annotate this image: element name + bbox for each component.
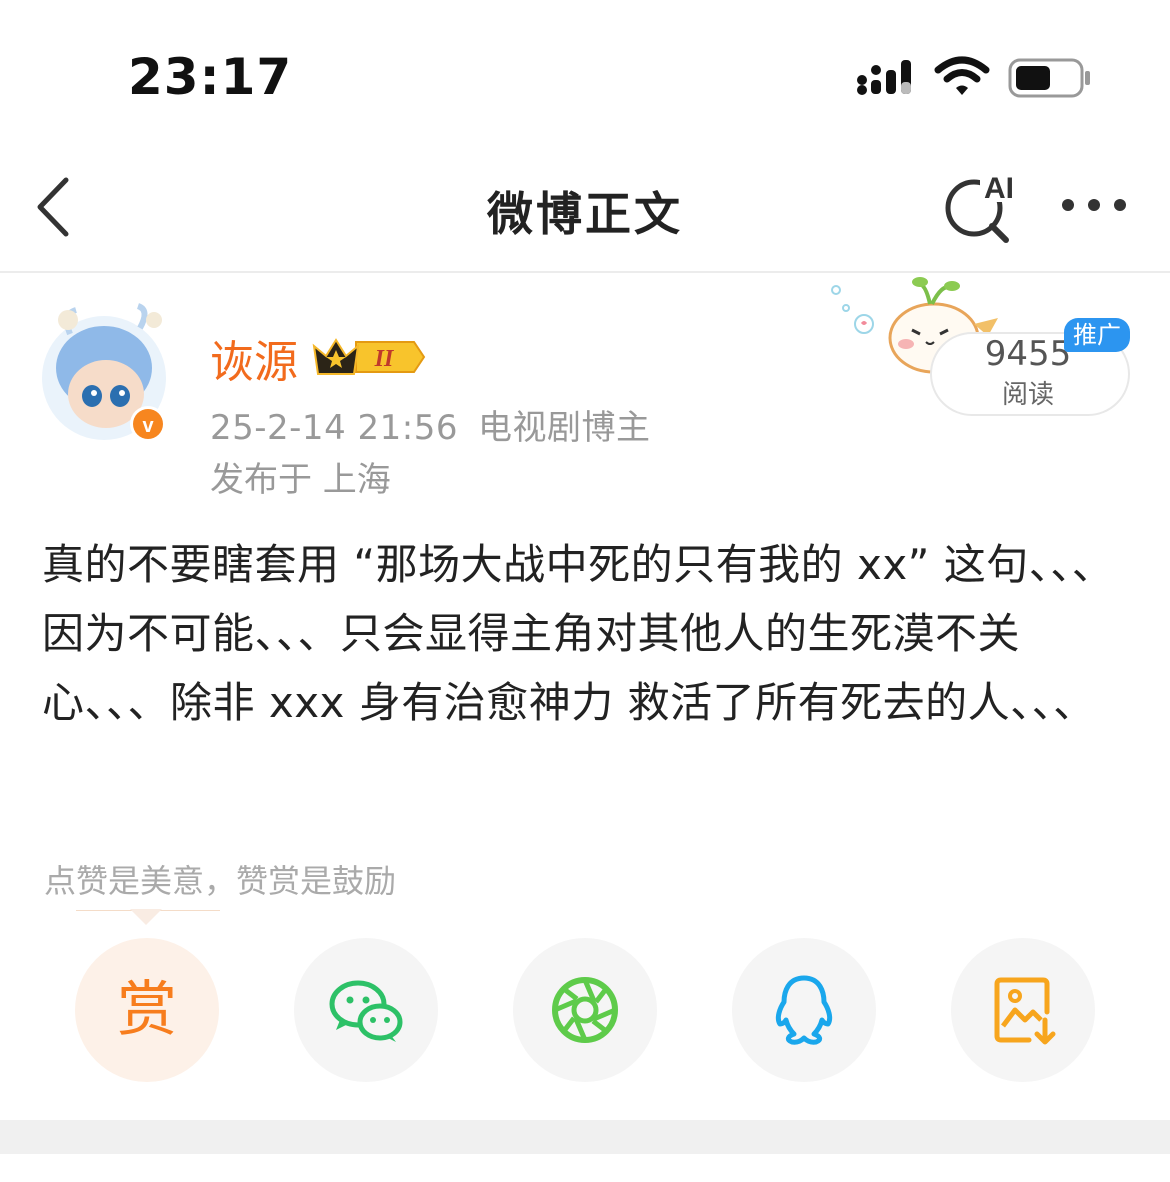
author-name[interactable]: 诙源 xyxy=(210,326,298,390)
promo-badge[interactable]: 推广 xyxy=(1064,318,1130,352)
moments-icon xyxy=(552,977,618,1043)
save-image-button[interactable] xyxy=(951,938,1095,1082)
reward-icon: 赏 xyxy=(117,975,177,1045)
post-date: 25-2-14 21:56 xyxy=(210,408,458,448)
svg-text:v: v xyxy=(142,415,154,437)
battery-icon xyxy=(1008,58,1090,98)
share-wechat-button[interactable] xyxy=(294,938,438,1082)
cellular-signal-icon xyxy=(857,60,911,95)
nav-divider xyxy=(0,271,1170,273)
share-moments-button[interactable] xyxy=(513,938,657,1082)
share-qq-button[interactable] xyxy=(732,938,876,1082)
status-time: 23:17 xyxy=(128,48,293,106)
ai-label: AI xyxy=(984,172,1014,205)
wechat-icon xyxy=(329,980,403,1042)
save-image-icon xyxy=(994,977,1056,1045)
reward-hint: 点赞是美意，赞赏是鼓励 xyxy=(44,862,397,900)
vip-level: II xyxy=(374,346,395,372)
section-separator xyxy=(0,1120,1170,1154)
more-options-icon[interactable] xyxy=(1058,190,1130,220)
ai-search-icon[interactable]: AI xyxy=(940,168,1020,244)
wifi-icon xyxy=(934,56,990,95)
post-content: 真的不要瞎套用 “那场大战中死的只有我的 xx” 这句、、、因为不可能、、、只会… xyxy=(42,540,1115,727)
vip-badge[interactable]: II xyxy=(310,334,426,380)
post-meta: 25-2-14 21:56 电视剧博主 xyxy=(210,400,651,449)
author-tag: 电视剧博主 xyxy=(478,408,651,448)
qq-icon xyxy=(775,975,833,1045)
read-label: 阅读 xyxy=(1001,380,1054,410)
post-location: 发布于 上海 xyxy=(210,460,391,500)
reward-button[interactable]: 赏 xyxy=(75,938,219,1082)
hint-pointer xyxy=(130,909,162,925)
avatar[interactable]: v xyxy=(40,298,174,444)
